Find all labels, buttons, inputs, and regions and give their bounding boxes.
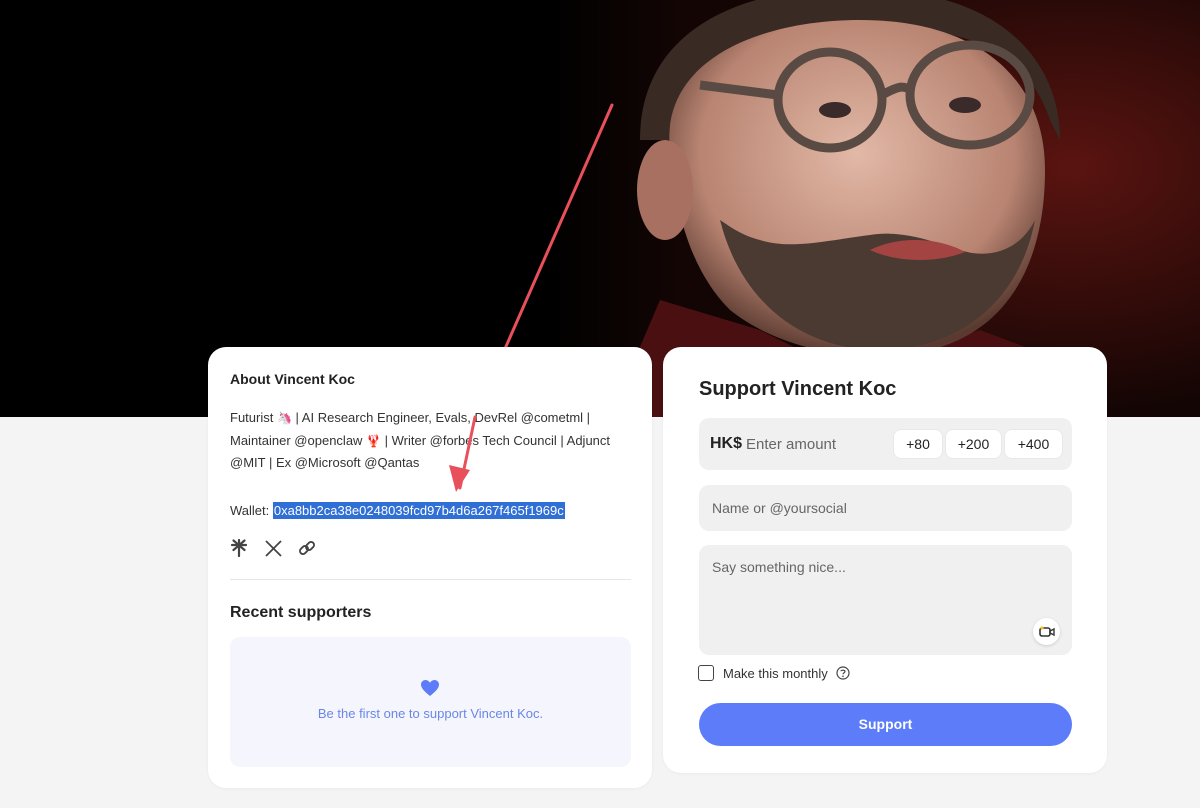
link-icon[interactable] <box>297 538 317 558</box>
recent-supporters-empty: Be the first one to support Vincent Koc. <box>230 637 631 767</box>
wallet-label: Wallet: <box>230 503 273 518</box>
amount-input[interactable] <box>746 432 886 456</box>
help-icon[interactable] <box>836 666 850 680</box>
monthly-label[interactable]: Make this monthly <box>723 666 828 681</box>
preset-amount-button[interactable]: +400 <box>1005 430 1062 458</box>
wallet-address[interactable]: 0xa8bb2ca38e0248039fcd97b4d6a267f465f196… <box>272 502 565 519</box>
monthly-row: Make this monthly <box>698 665 850 681</box>
unicorn-emoji: 🦄 <box>276 411 292 425</box>
bio-text: Futurist 🦄 | AI Research Engineer, Evals… <box>230 407 635 474</box>
empty-state-text: Be the first one to support Vincent Koc. <box>317 706 544 721</box>
linktree-icon[interactable] <box>229 538 249 558</box>
bio-line2-a: Maintainer @openclaw <box>230 432 367 448</box>
social-links <box>229 538 317 558</box>
wallet-row: Wallet: 0xa8bb2ca38e0248039fcd97b4d6a267… <box>230 502 565 519</box>
preset-amount-button[interactable]: +200 <box>946 430 1001 458</box>
heart-icon <box>421 680 439 696</box>
bio-line1-a: Futurist <box>230 410 277 425</box>
video-camera-icon <box>1038 625 1055 637</box>
recent-supporters-title: Recent supporters <box>230 604 372 621</box>
lobster-emoji: 🦞 <box>366 433 381 448</box>
support-title: Support Vincent Koc <box>699 378 897 400</box>
x-icon[interactable] <box>263 538 283 558</box>
about-card: About Vincent Koc Futurist 🦄 | AI Resear… <box>208 347 652 788</box>
annotation-arrow <box>449 415 477 492</box>
name-input[interactable] <box>699 485 1072 531</box>
monthly-checkbox[interactable] <box>698 665 714 681</box>
message-input[interactable] <box>699 545 1072 655</box>
support-button[interactable]: Support <box>699 703 1072 746</box>
amount-box: HK$ +80 +200 +400 <box>699 418 1072 470</box>
bio-line3: @MIT | Ex @Microsoft @Qantas <box>230 455 420 470</box>
about-title: About Vincent Koc <box>230 371 355 387</box>
preset-amount-button[interactable]: +80 <box>894 430 942 458</box>
currency-label: HK$ <box>710 435 743 452</box>
video-button[interactable] <box>1033 618 1060 645</box>
divider <box>230 579 631 580</box>
support-card: Support Vincent Koc HK$ +80 +200 +400 Ma… <box>663 347 1107 773</box>
